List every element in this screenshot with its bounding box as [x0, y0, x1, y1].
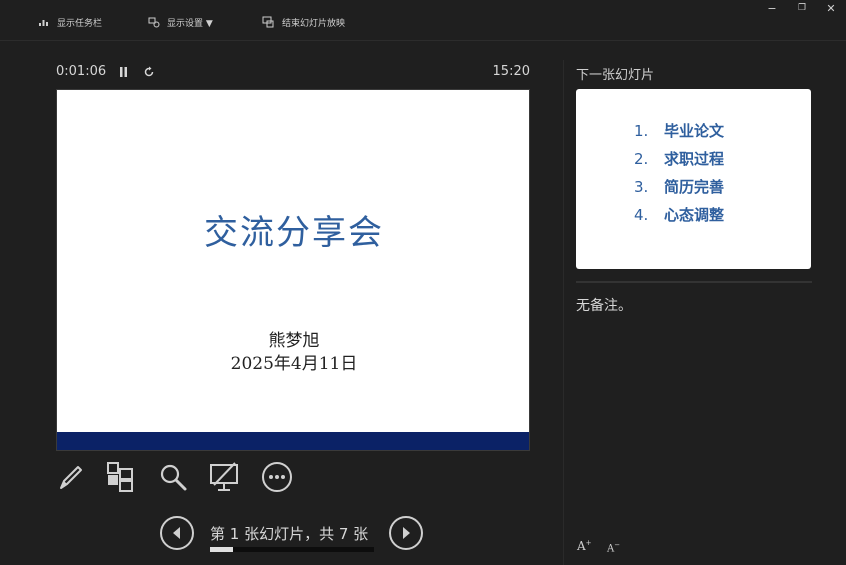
display-settings-button[interactable]: 显示设置 ▼ — [148, 14, 213, 30]
list-item-text: 简历完善 — [664, 178, 725, 196]
reset-icon[interactable] — [143, 66, 155, 78]
slide-footer-band — [57, 432, 529, 450]
zoom-button[interactable] — [156, 460, 190, 494]
list-item-number: 4. — [634, 206, 649, 224]
presenter-view: 显示任务栏 显示设置 ▼ 结束幻灯片放映 − ❐ ✕ 0:01:06 15:20… — [0, 0, 846, 565]
decrease-font-button[interactable]: A− — [607, 541, 620, 554]
end-slideshow-button[interactable]: 结束幻灯片放映 — [262, 14, 345, 30]
next-slide-label: 下一张幻灯片 — [576, 68, 655, 83]
close-icon: ✕ — [826, 1, 836, 15]
display-settings-icon — [148, 17, 160, 27]
show-taskbar-button[interactable]: 显示任务栏 — [38, 14, 102, 30]
notes-divider[interactable] — [576, 281, 812, 283]
end-slideshow-icon — [262, 16, 274, 28]
list-item-number: 2. — [634, 150, 649, 168]
display-settings-label: 显示设置 ▼ — [167, 18, 213, 29]
increase-font-icon: A — [577, 539, 586, 553]
slide-progress-bar — [210, 547, 374, 552]
list-item-text: 毕业论文 — [664, 122, 725, 140]
next-slide-list-item: 4. 心态调整 — [634, 201, 724, 229]
previous-icon — [173, 527, 180, 539]
taskbar-icon — [39, 20, 48, 26]
previous-slide-button[interactable] — [160, 516, 194, 550]
slide-counter: 第 1 张幻灯片，共 7 张 — [210, 525, 369, 543]
restore-icon: ❐ — [797, 3, 807, 13]
more-options-icon — [262, 462, 292, 492]
current-slide[interactable]: 交流分享会 熊梦旭 2025年4月11日 — [56, 89, 530, 451]
slide-title: 交流分享会 — [204, 213, 384, 253]
show-taskbar-label: 显示任务栏 — [57, 18, 103, 29]
end-slideshow-label: 结束幻灯片放映 — [282, 18, 346, 29]
increase-font-button[interactable]: A+ — [577, 539, 592, 553]
black-screen-icon — [210, 462, 238, 491]
black-screen-button[interactable] — [207, 460, 241, 494]
next-icon — [403, 527, 410, 539]
next-slide-list-item: 2. 求职过程 — [634, 145, 724, 173]
panel-divider[interactable] — [563, 60, 564, 565]
minimize-button[interactable]: − — [765, 1, 779, 15]
pause-icon[interactable] — [119, 67, 128, 77]
presenter-toolbar: 显示任务栏 显示设置 ▼ 结束幻灯片放映 − ❐ ✕ — [0, 0, 846, 41]
next-slide-list: 1. 毕业论文 2. 求职过程 3. 简历完善 4. 心态调整 — [634, 117, 724, 229]
see-all-slides-button[interactable] — [104, 460, 138, 494]
list-item-text: 心态调整 — [664, 206, 725, 224]
list-item-number: 3. — [634, 178, 649, 196]
minimize-icon: − — [767, 1, 777, 15]
next-slide-button[interactable] — [389, 516, 423, 550]
speaker-notes: 无备注。 — [576, 298, 632, 314]
pen-tool-button[interactable] — [54, 460, 88, 494]
next-slide-list-item: 3. 简历完善 — [634, 173, 724, 201]
more-options-button[interactable] — [260, 460, 294, 494]
current-time: 15:20 — [492, 64, 530, 79]
list-item-number: 1. — [634, 122, 649, 140]
restore-button[interactable]: ❐ — [795, 2, 809, 14]
slide-author: 熊梦旭 — [268, 331, 320, 351]
all-slides-icon — [107, 462, 133, 492]
elapsed-timer: 0:01:06 — [56, 64, 107, 79]
next-slide-preview[interactable]: 1. 毕业论文 2. 求职过程 3. 简历完善 4. 心态调整 — [576, 89, 811, 269]
close-button[interactable]: ✕ — [824, 1, 838, 15]
zoom-icon — [160, 464, 187, 491]
slide-progress-fill — [210, 547, 234, 552]
list-item-text: 求职过程 — [664, 150, 725, 168]
slide-date: 2025年4月11日 — [230, 354, 358, 374]
pen-icon — [60, 466, 82, 489]
next-slide-list-item: 1. 毕业论文 — [634, 117, 724, 145]
